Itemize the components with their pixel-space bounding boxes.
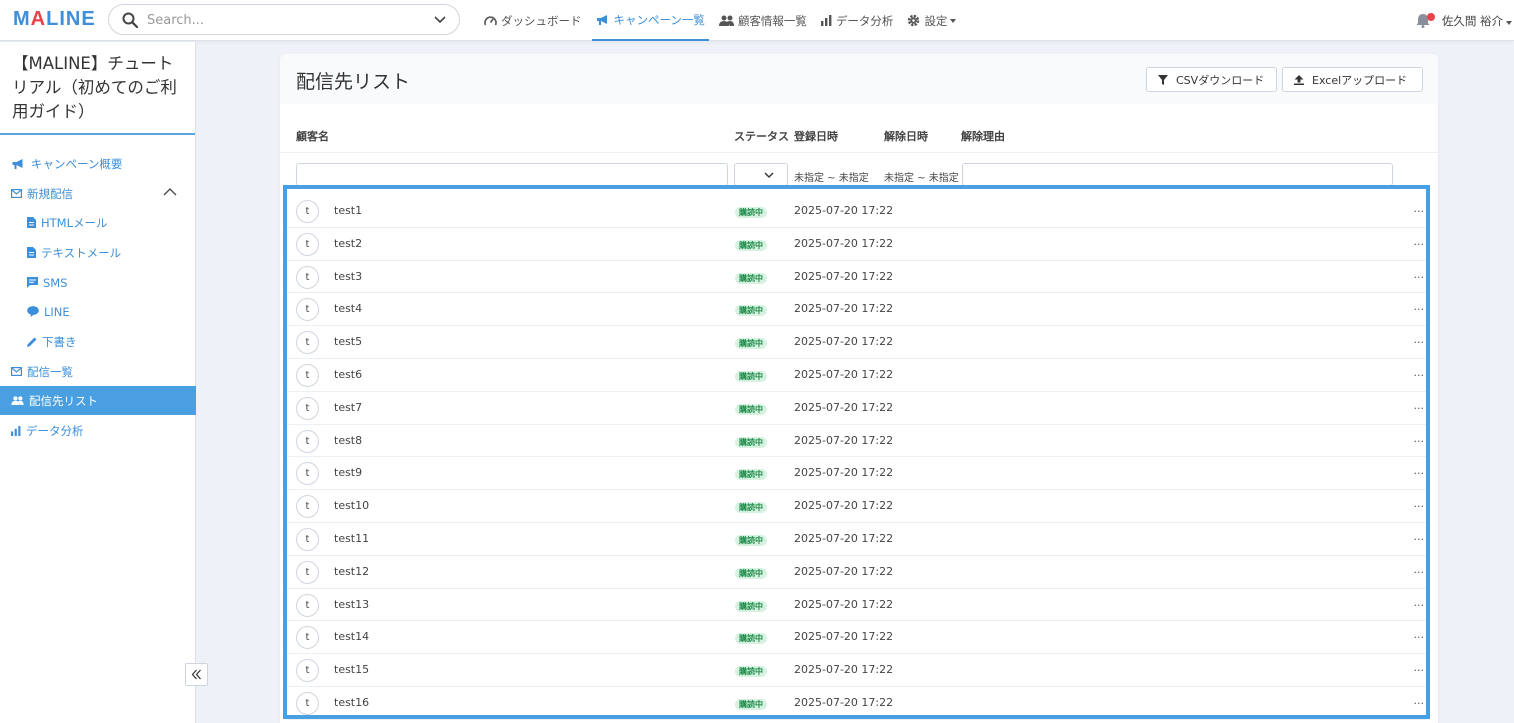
campaign-title: 【MALINE】チュートリアル（初めてのご利用ガイド）	[0, 42, 195, 135]
notification-bell[interactable]	[1416, 12, 1435, 29]
nav-settings[interactable]: 設定	[903, 0, 960, 41]
sidebar-item-drafts[interactable]: 下書き	[0, 327, 196, 356]
caret-down-icon	[950, 18, 957, 23]
column-header-cancelled[interactable]: 解除日時	[884, 128, 928, 144]
sidebar: 【MALINE】チュートリアル（初めてのご利用ガイド） キャンペーン概要 新規配…	[0, 42, 196, 723]
reason-filter-input[interactable]	[962, 163, 1393, 186]
users-icon	[718, 15, 734, 26]
document-icon	[27, 247, 36, 258]
sidebar-item-data-analysis[interactable]: データ分析	[0, 416, 196, 445]
search-box	[108, 4, 460, 35]
sidebar-item-html-mail[interactable]: HTMLメール	[0, 208, 196, 237]
rows-highlight-frame	[283, 185, 1430, 719]
sidebar-collapse-button[interactable]	[185, 663, 208, 686]
bar-chart-icon	[11, 425, 21, 436]
search-icon	[122, 12, 138, 28]
gear-icon	[908, 14, 920, 27]
filter-icon	[1158, 74, 1168, 85]
megaphone-icon	[12, 158, 23, 169]
search-input[interactable]	[147, 10, 427, 30]
nav-customers[interactable]: 顧客情報一覧	[715, 0, 811, 41]
sidebar-item-sms[interactable]: SMS	[0, 268, 196, 297]
sidebar-item-campaign-overview[interactable]: キャンペーン概要	[0, 149, 196, 178]
main-nav: ダッシュボード キャンペーン一覧 顧客情報一覧 データ分析 設定	[480, 0, 966, 41]
nav-analytics[interactable]: データ分析	[817, 0, 898, 41]
speedometer-icon	[484, 15, 497, 25]
user-area: 佐久間 裕介	[1416, 0, 1512, 41]
status-filter-select[interactable]	[734, 163, 788, 186]
sidebar-item-line[interactable]: LINE	[0, 297, 196, 326]
column-header-name[interactable]: 顧客名	[296, 128, 329, 144]
nav-dashboard[interactable]: ダッシュボード	[480, 0, 586, 41]
sidebar-item-text-mail[interactable]: テキストメール	[0, 238, 196, 267]
double-chevron-left-icon	[191, 669, 201, 680]
caret-down-icon	[1506, 20, 1512, 25]
page-title: 配信先リスト	[296, 71, 411, 93]
sidebar-item-recipient-list[interactable]: 配信先リスト	[0, 386, 196, 415]
column-header-reason[interactable]: 解除理由	[961, 128, 1005, 144]
maline-logo[interactable]: MALINE	[13, 8, 96, 31]
column-header-registered[interactable]: 登録日時	[794, 128, 838, 144]
top-navbar: MALINE ダッシュボード キャンペーン一覧 顧客情報一覧 データ分析 設定	[0, 0, 1514, 41]
bar-chart-icon	[820, 15, 832, 26]
users-icon	[11, 396, 24, 405]
column-header-status[interactable]: ステータス	[734, 128, 789, 144]
name-filter-input[interactable]	[296, 163, 728, 186]
user-menu[interactable]: 佐久間 裕介	[1442, 13, 1512, 29]
chevron-up-icon[interactable]	[163, 187, 177, 196]
cancelled-date-range-filter[interactable]: 未指定 ~ 未指定	[884, 169, 959, 184]
chevron-down-icon[interactable]	[434, 15, 446, 25]
recipient-list-panel: 配信先リスト CSVダウンロード Excelアップロード 顧客名 ステータス 登…	[280, 54, 1438, 723]
upload-icon	[1294, 74, 1304, 85]
sms-icon	[27, 277, 38, 288]
registered-date-range-filter[interactable]: 未指定 ~ 未指定	[794, 169, 869, 184]
envelope-icon	[11, 367, 22, 376]
excel-upload-button[interactable]: Excelアップロード	[1282, 67, 1423, 92]
notification-dot	[1426, 12, 1435, 21]
chevron-down-icon	[764, 172, 774, 178]
csv-download-button[interactable]: CSVダウンロード	[1146, 67, 1277, 92]
header-divider	[280, 152, 1438, 153]
megaphone-icon	[596, 14, 607, 25]
line-chat-icon	[27, 306, 39, 317]
panel-header: 配信先リスト CSVダウンロード Excelアップロード	[280, 54, 1438, 104]
sidebar-item-new-delivery[interactable]: 新規配信	[0, 179, 196, 208]
document-icon	[27, 217, 36, 228]
sidebar-item-delivery-list[interactable]: 配信一覧	[0, 357, 196, 386]
pencil-icon	[27, 337, 37, 347]
envelope-icon	[11, 189, 22, 198]
nav-campaigns[interactable]: キャンペーン一覧	[591, 0, 709, 41]
